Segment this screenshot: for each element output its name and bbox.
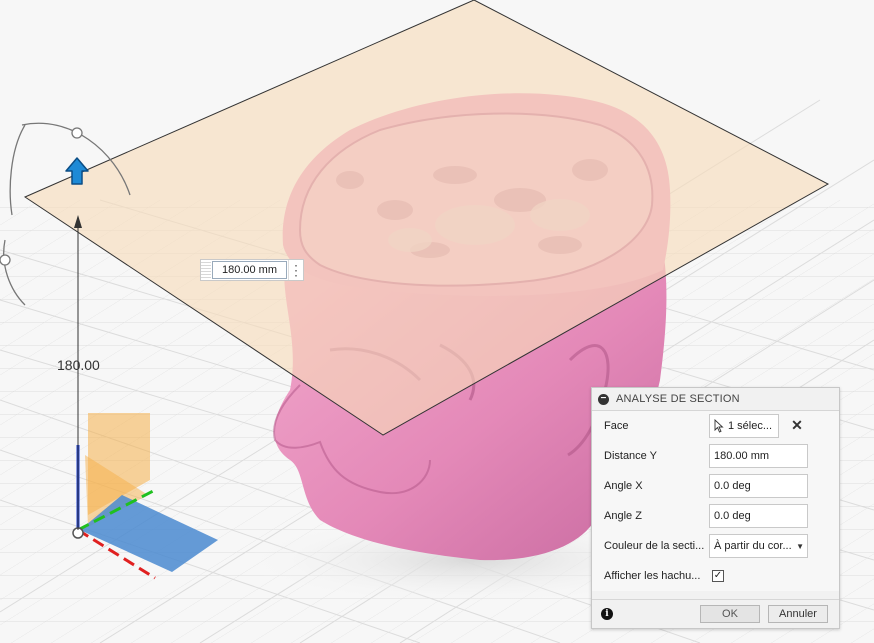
face-label: Face — [604, 420, 629, 432]
show-hatch-label: Afficher les hachu... — [604, 570, 701, 582]
row-face: Face 1 sélec... ✕ — [592, 411, 839, 441]
cursor-select-icon — [714, 419, 724, 433]
info-icon[interactable]: i — [601, 608, 613, 620]
distance-inline-input[interactable]: 180.00 mm ⋮ — [200, 259, 304, 281]
section-color-label: Couleur de la secti... — [604, 540, 705, 552]
more-options-icon[interactable]: ⋮ — [288, 260, 303, 280]
row-angle-z: Angle Z 0.0 deg — [592, 501, 839, 531]
distance-y-input[interactable]: 180.00 mm — [709, 444, 808, 468]
chevron-down-icon: ▼ — [796, 541, 804, 551]
distance-inline-value[interactable]: 180.00 mm — [212, 261, 287, 279]
show-hatch-checkbox[interactable]: ✓ — [712, 570, 724, 582]
angle-z-label: Angle Z — [604, 510, 642, 522]
panel-body: Face 1 sélec... ✕ Distance Y 180.00 mm A… — [592, 410, 839, 591]
collapse-icon[interactable]: − — [598, 393, 609, 405]
ok-button[interactable]: OK — [700, 605, 760, 623]
dimension-value-label: 180.00 — [57, 357, 100, 373]
row-show-hatch: Afficher les hachu... ✓ — [592, 561, 839, 591]
clear-selection-icon[interactable]: ✕ — [790, 417, 804, 434]
face-selection-value: 1 sélec... — [728, 420, 773, 432]
angle-x-label: Angle X — [604, 480, 643, 492]
section-color-dropdown[interactable]: À partir du cor... ▼ — [709, 534, 808, 558]
row-section-color: Couleur de la secti... À partir du cor..… — [592, 531, 839, 561]
angle-x-input[interactable]: 0.0 deg — [709, 474, 808, 498]
angle-z-input[interactable]: 0.0 deg — [709, 504, 808, 528]
face-selection-button[interactable]: 1 sélec... — [709, 414, 779, 438]
drag-grip-icon[interactable] — [201, 260, 211, 280]
distance-y-label: Distance Y — [604, 450, 657, 462]
panel-title: ANALYSE DE SECTION — [616, 393, 740, 405]
section-color-value: À partir du cor... — [714, 540, 792, 552]
panel-header[interactable]: − ANALYSE DE SECTION — [592, 388, 839, 410]
row-distance-y: Distance Y 180.00 mm — [592, 441, 839, 471]
row-angle-x: Angle X 0.0 deg — [592, 471, 839, 501]
cancel-button[interactable]: Annuler — [768, 605, 828, 623]
panel-footer: i OK Annuler — [592, 599, 839, 628]
section-analysis-panel: − ANALYSE DE SECTION Face 1 sélec... ✕ D… — [591, 387, 840, 629]
